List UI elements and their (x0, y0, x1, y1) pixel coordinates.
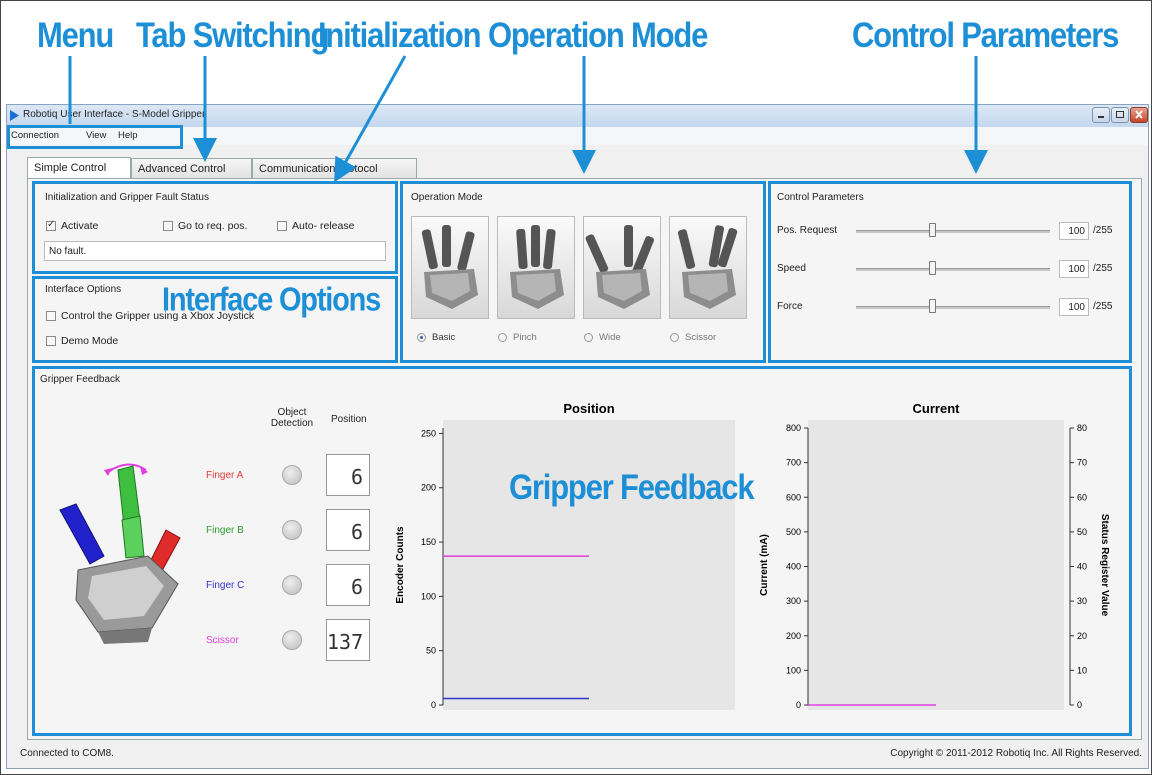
position-chart: Position Encoder Counts 0 50 100 150 200 250 (395, 401, 735, 710)
mode-radio-wide[interactable] (584, 333, 593, 342)
speed-value-input[interactable]: 100 (1059, 260, 1089, 278)
finger-c-detection-led (282, 575, 302, 595)
finger-c-label: Finger C (206, 580, 245, 591)
pos-request-value-input[interactable]: 100 (1059, 222, 1089, 240)
position-header: Position (331, 414, 367, 425)
force-slider-track (856, 306, 1050, 309)
gripper-pinch-icon (510, 225, 564, 309)
object-detection-header: Object Detection (270, 407, 314, 429)
current-y2-tick-label: 40 (1077, 562, 1087, 572)
demo-mode-label: Demo Mode (61, 335, 119, 347)
mode-image-basic[interactable] (411, 216, 489, 319)
pos-request-slider-thumb[interactable] (929, 223, 937, 237)
current-y-tick-label: 100 (786, 665, 801, 675)
auto-release-checkbox[interactable] (277, 221, 287, 231)
current-y2-tick-label: 50 (1077, 527, 1087, 537)
finger-c-position-display: 6 (326, 564, 370, 606)
speed-max: /255 (1093, 263, 1113, 274)
current-y2-tick-label: 80 (1077, 423, 1087, 433)
position-y-tick-label: 0 (431, 700, 436, 710)
force-slider-thumb[interactable] (929, 299, 937, 313)
current-y-tick-label: 500 (786, 527, 801, 537)
current-y-tick-label: 300 (786, 596, 801, 606)
position-chart-title: Position (563, 401, 614, 416)
gripper-scissor-icon (677, 225, 738, 309)
interface-options-group-title: Interface Options (45, 284, 122, 295)
joystick-checkbox[interactable] (46, 311, 56, 321)
current-y-tick-label: 0 (796, 700, 801, 710)
mode-image-pinch[interactable] (497, 216, 575, 319)
feedback-group-title: Gripper Feedback (40, 374, 121, 385)
mode-label-wide: Wide (599, 332, 621, 343)
callout-arrows (68, 55, 988, 183)
scissor-detection-led (282, 630, 302, 650)
pos-request-slider-track (856, 230, 1050, 233)
gripper-basic-icon (421, 225, 478, 309)
mode-image-wide[interactable] (583, 216, 661, 319)
position-y-tick-label: 200 (421, 483, 436, 493)
mode-radio-scissor[interactable] (670, 333, 679, 342)
scissor-position-display: 137 (326, 619, 370, 661)
mode-radio-pinch[interactable] (498, 333, 507, 342)
connection-status: Connected to COM8. (20, 748, 114, 759)
current-y2-tick-label: 0 (1077, 700, 1082, 710)
position-plot-area (443, 420, 735, 710)
position-chart-ylabel: Encoder Counts (395, 526, 406, 604)
mode-label-basic: Basic (432, 332, 456, 343)
gripper-wide-icon (585, 225, 654, 309)
current-y2-tick-label: 60 (1077, 492, 1087, 502)
scissor-label: Scissor (206, 635, 239, 646)
goto-label: Go to req. pos. (178, 220, 248, 232)
force-value-input[interactable]: 100 (1059, 298, 1089, 316)
pos-request-max: /255 (1093, 225, 1113, 236)
current-y-tick-label: 800 (786, 423, 801, 433)
mode-label-pinch: Pinch (513, 332, 537, 343)
finger-b-detection-led (282, 520, 302, 540)
current-y2-tick-label: 30 (1077, 596, 1087, 606)
current-chart-y2label: Status Register Value (1099, 514, 1110, 617)
current-plot-area (808, 420, 1064, 710)
position-y-tick-label: 150 (421, 537, 436, 547)
finger-b-label: Finger B (206, 525, 244, 536)
current-y2-tick-label: 20 (1077, 631, 1087, 641)
speed-slider-track (856, 268, 1050, 271)
initialization-arrow (334, 55, 407, 183)
callout-gripper-feedback: Gripper Feedback (509, 466, 755, 507)
current-y-tick-label: 600 (786, 492, 801, 502)
finger-a-position-display: 6 (326, 454, 370, 496)
mode-label-scissor: Scissor (685, 332, 717, 343)
gripper-illustration (59, 463, 181, 644)
finger-b-position-display: 6 (326, 509, 370, 551)
current-y2-tick-label: 10 (1077, 665, 1087, 675)
activate-checkbox[interactable] (46, 219, 56, 231)
current-y-tick-label: 200 (786, 631, 801, 641)
speed-slider-thumb[interactable] (929, 261, 937, 275)
current-y-tick-label: 400 (786, 562, 801, 572)
current-chart: Current Current (mA) Status Register Val… (759, 401, 1110, 710)
force-label: Force (777, 301, 803, 312)
current-y2-tick-label: 70 (1077, 458, 1087, 468)
fault-status-field: No fault. (44, 241, 386, 261)
finger-a-label: Finger A (206, 470, 244, 481)
callout-interface-options: Interface Options (162, 281, 381, 319)
mode-image-scissor[interactable] (669, 216, 747, 319)
goto-checkbox[interactable] (163, 221, 173, 231)
pos-request-label: Pos. Request (777, 225, 838, 236)
mode-radio-basic[interactable] (417, 333, 426, 342)
current-chart-title: Current (913, 401, 961, 416)
current-chart-ylabel: Current (mA) (759, 534, 770, 596)
auto-release-label: Auto- release (292, 220, 355, 232)
current-y-tick-label: 700 (786, 458, 801, 468)
position-y-tick-label: 100 (421, 591, 436, 601)
force-max: /255 (1093, 301, 1113, 312)
activate-label: Activate (61, 220, 99, 232)
finger-a-detection-led (282, 465, 302, 485)
speed-label: Speed (777, 263, 806, 274)
copyright-text: Copyright © 2011-2012 Robotiq Inc. All R… (890, 748, 1142, 759)
position-y-tick-label: 250 (421, 428, 436, 438)
demo-mode-checkbox[interactable] (46, 336, 56, 346)
position-y-tick-label: 50 (426, 646, 436, 656)
